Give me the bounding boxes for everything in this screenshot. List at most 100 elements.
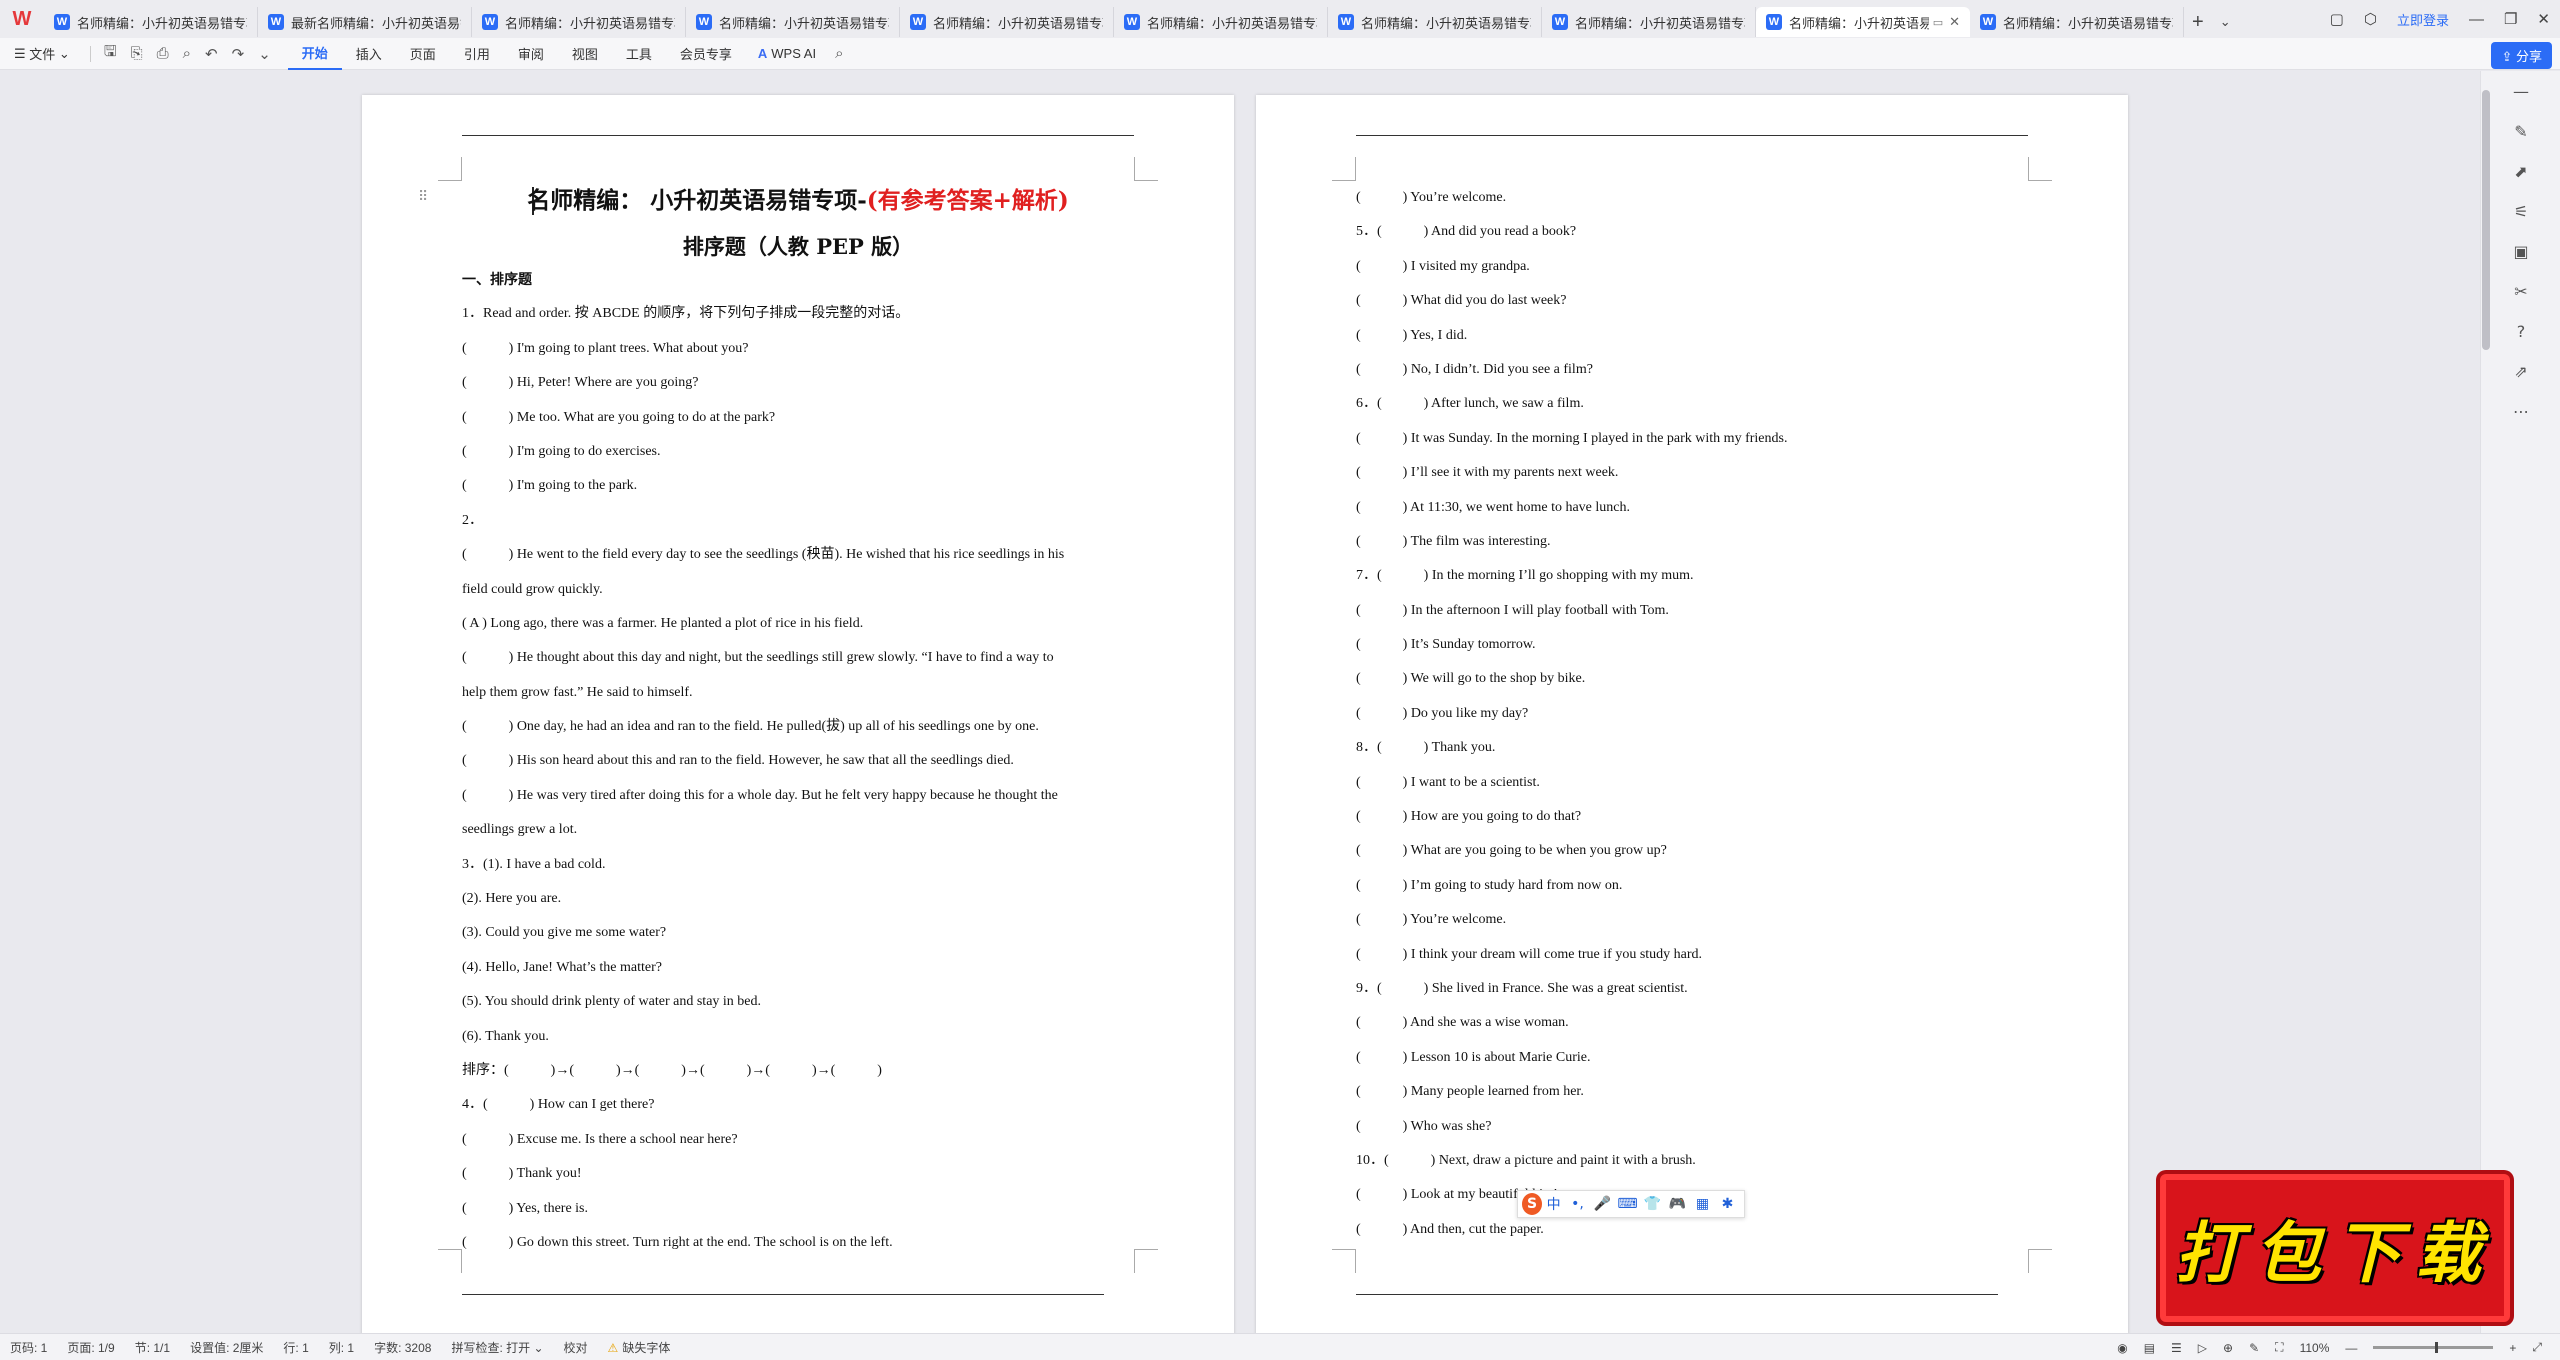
document-page-2[interactable]: ( ) You’re welcome. 5．( ) And did you rea… (1256, 95, 2128, 1333)
text-line: ( ) You’re welcome. (1356, 190, 1507, 205)
wps-logo-icon[interactable]: W (0, 0, 44, 38)
zoom-in-icon[interactable]: + (2501, 1341, 2524, 1355)
sogou-logo-icon[interactable]: S (1522, 1193, 1543, 1215)
menu-hamburger-icon[interactable]: ☰ 文件 ⌄ (0, 38, 84, 70)
tab-label: 名师精编：小升初英语易 (1789, 15, 1929, 31)
tab-document-7[interactable]: W 名师精编：小升初英语易错专项 (1328, 7, 1542, 37)
zoom-out-icon[interactable]: — (2337, 1341, 2365, 1355)
print-preview-icon[interactable]: ⌕ (176, 45, 198, 62)
ime-tool-1[interactable]: •, (1565, 1196, 1590, 1212)
close-tab-icon[interactable]: ✕ (1949, 14, 1960, 30)
ribbon-tab-4[interactable]: 引用 (450, 38, 504, 70)
download-badge[interactable]: 打包下载 (2160, 1174, 2510, 1322)
monitor-icon[interactable]: ▭ (1933, 16, 1943, 29)
web-view-icon[interactable]: ⊕ (2215, 1341, 2241, 1355)
status-missing-font[interactable]: ⚠ 缺失字体 (598, 1339, 681, 1356)
close-window-icon[interactable]: ✕ (2527, 10, 2560, 28)
help-icon[interactable]: ? (2481, 311, 2560, 351)
minimize-icon[interactable]: — (2459, 11, 2494, 28)
ime-tool-7[interactable]: ✱ (1715, 1196, 1740, 1212)
ribbon-menu-bar: ☰ 文件 ⌄ 🖫 ⎘ ⎙ ⌕ ↶ ↷ ⌄ 开始 插入 页面 引用 审阅 视图 工具 会员专享 … (0, 38, 2560, 70)
tab-document-9[interactable]: W 名师精编：小升初英语易 ▭ ✕ (1756, 7, 1970, 37)
tab-document-8[interactable]: W 名师精编：小升初英语易错专项 (1542, 7, 1756, 37)
tab-label: 名师精编：小升初英语易错专项 (719, 15, 889, 31)
more-chevron-icon[interactable]: ⌄ (251, 45, 278, 63)
save-icon[interactable]: 🖫 (97, 41, 124, 66)
right-side-panel: — ✎ ⬈ ⚟ ▣ ✂ ? ⇗ ⋯ (2480, 71, 2560, 1333)
eye-icon[interactable]: ◉ (2109, 1341, 2135, 1355)
ime-tool-4[interactable]: 👕 (1640, 1196, 1665, 1212)
more-icon[interactable]: ⋯ (2481, 391, 2560, 431)
ribbon-tab-6[interactable]: 视图 (558, 38, 612, 70)
tab-document-4[interactable]: W 名师精编：小升初英语易错专项 (686, 7, 900, 37)
play-icon[interactable]: ▷ (2190, 1341, 2215, 1355)
status-proof[interactable]: 校对 (554, 1339, 598, 1356)
image-icon[interactable]: ▣ (2481, 231, 2560, 271)
select-icon[interactable]: ⬈ (2481, 151, 2560, 191)
ribbon-tab-1[interactable]: 开始 (287, 38, 342, 70)
text-line: ( ) Excuse me. Is there a school near he… (462, 1131, 738, 1147)
cube-icon[interactable]: ⬡ (2354, 10, 2387, 28)
page-view-icon[interactable]: ▤ (2136, 1341, 2163, 1355)
text-line: help them grow fast.” He said to himself… (462, 684, 693, 700)
wps-ai-button[interactable]: A WPS AI (746, 46, 828, 61)
adjust-icon[interactable]: ⚟ (2481, 191, 2560, 231)
margin-corner (2028, 157, 2052, 181)
search-icon[interactable]: ⌕ (828, 45, 850, 62)
ime-tool-2[interactable]: 🎤 (1590, 1196, 1615, 1212)
vertical-scrollbar[interactable] (2482, 90, 2490, 350)
download-badge-text: 打包下载 (2175, 1215, 2495, 1292)
outline-view-icon[interactable]: ☰ (2163, 1341, 2190, 1355)
edit-view-icon[interactable]: ✎ (2241, 1341, 2267, 1355)
status-bar: 页码: 1 页面: 1/9 节: 1/1 设置值: 2厘米 行: 1 列: 1 … (0, 1333, 2560, 1360)
status-section[interactable]: 节: 1/1 (125, 1339, 180, 1356)
document-canvas[interactable]: ⠿ 名师精编： 小升初英语易错专项-(有参考答案+解析) 排序题（人教 PEP … (0, 71, 2480, 1333)
maximize-icon[interactable]: ❐ (2494, 10, 2527, 28)
tab-document-10[interactable]: W 名师精编：小升初英语易错专项 (1970, 7, 2184, 37)
zoom-slider[interactable] (2373, 1342, 2494, 1353)
file-menu[interactable]: 文件 (29, 44, 55, 63)
zoom-slider-knob[interactable] (2435, 1342, 2439, 1353)
status-setting[interactable]: 设置值: 2厘米 (180, 1339, 273, 1356)
tab-document-3[interactable]: W 名师精编：小升初英语易错专项 (472, 7, 686, 37)
wps-ai-label: WPS AI (771, 46, 817, 61)
status-page[interactable]: 页码: 1 (0, 1339, 57, 1356)
restore-layout-icon[interactable]: ▢ (2320, 10, 2354, 28)
fullscreen-icon[interactable]: ⤢ (2524, 1340, 2550, 1355)
redo-icon[interactable]: ↷ (225, 45, 252, 63)
ime-mode-toggle[interactable]: 中 (1542, 1194, 1565, 1214)
print-icon[interactable]: ⎙ (150, 45, 176, 62)
tab-document-1[interactable]: W 名师精编：小升初英语易错专项 (44, 7, 258, 37)
status-spell-check[interactable]: 拼写检查: 打开 ⌄ (441, 1339, 553, 1356)
document-page-1[interactable]: ⠿ 名师精编： 小升初英语易错专项-(有参考答案+解析) 排序题（人教 PEP … (362, 95, 1234, 1333)
tab-document-6[interactable]: W 名师精编：小升初英语易错专项 (1114, 7, 1328, 37)
ime-tool-5[interactable]: 🎮 (1665, 1196, 1690, 1212)
ime-tool-6[interactable]: ▦ (1690, 1196, 1715, 1212)
tab-document-2[interactable]: W 最新名师精编：小升初英语易错 (258, 7, 472, 37)
ime-tool-3[interactable]: ⌨ (1615, 1196, 1640, 1212)
ribbon-tab-5[interactable]: 审阅 (504, 38, 558, 70)
ribbon-tab-7[interactable]: 工具 (612, 38, 666, 70)
export-icon[interactable]: ⎘ (124, 45, 150, 62)
tab-list-chevron-icon[interactable]: ⌄ (2212, 7, 2239, 37)
status-pages[interactable]: 页面: 1/9 (57, 1339, 124, 1356)
fit-icon[interactable]: ⛶ (2267, 1340, 2291, 1355)
zoom-level[interactable]: 110% (2292, 1341, 2338, 1355)
undo-icon[interactable]: ↶ (198, 45, 225, 63)
ribbon-tab-3[interactable]: 页面 (396, 38, 450, 70)
share-button[interactable]: ⇪ 分享 (2491, 42, 2552, 69)
ribbon-tab-8[interactable]: 会员专享 (666, 38, 746, 70)
text-line: (4). Hello, Jane! What’s the matter? (462, 959, 662, 975)
new-tab-button[interactable]: + (2184, 7, 2212, 37)
ribbon-tab-2[interactable]: 插入 (342, 38, 396, 70)
tab-label: 名师精编：小升初英语易错专项 (505, 15, 675, 31)
login-link[interactable]: 立即登录 (2387, 10, 2459, 29)
tools-icon[interactable]: ✂ (2481, 271, 2560, 311)
text-line: ( ) It was Sunday. In the morning I play… (1356, 430, 1788, 446)
divider (89, 45, 91, 62)
collapse-icon[interactable]: — (2481, 71, 2560, 111)
pen-icon[interactable]: ✎ (2481, 111, 2560, 151)
share-icon[interactable]: ⇗ (2481, 351, 2560, 391)
tab-document-5[interactable]: W 名师精编：小升初英语易错专项 (900, 7, 1114, 37)
status-word-count[interactable]: 字数: 3208 (364, 1339, 441, 1356)
